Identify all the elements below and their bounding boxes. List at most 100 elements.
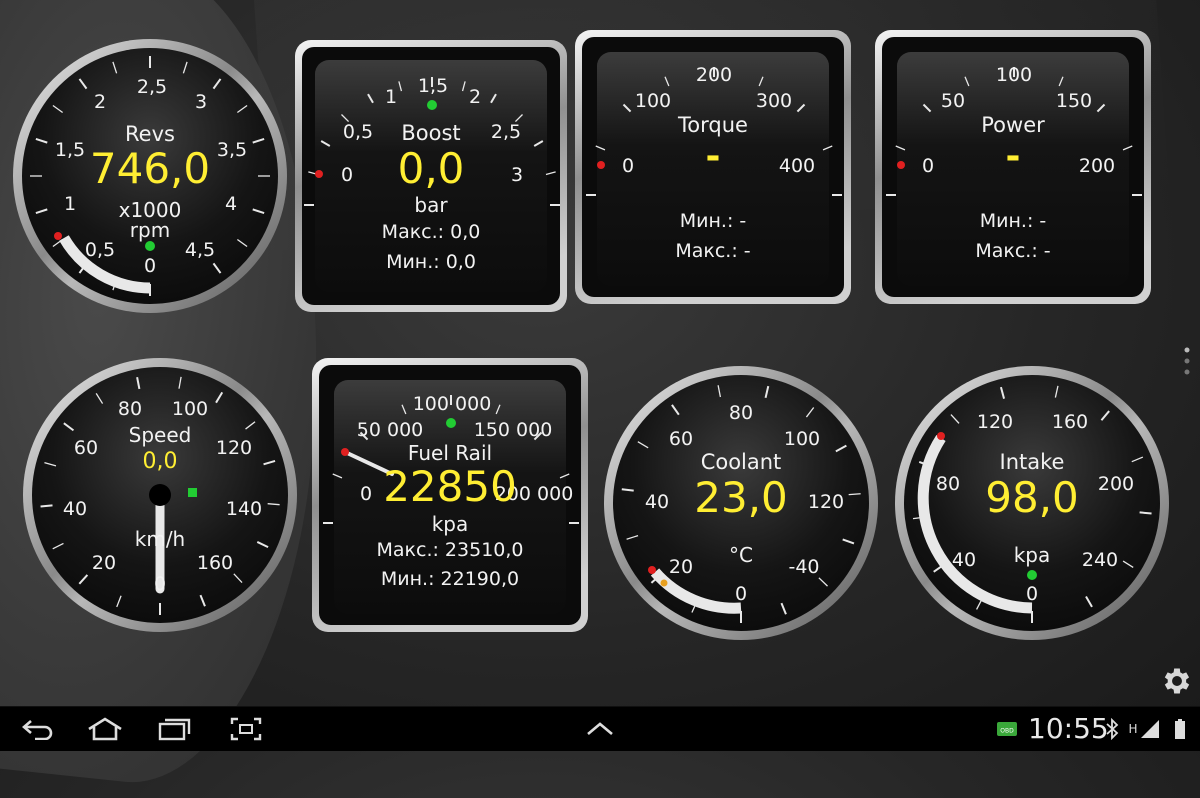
back-button[interactable]	[18, 713, 58, 745]
boost-tick-label: 1,5	[417, 75, 449, 97]
recent-apps-icon	[158, 718, 191, 741]
speed-gauge[interactable]: 0 20 40 60 80 100 120 140 160 Speed 0,0 …	[22, 357, 298, 633]
power-tick-label: 150	[1055, 90, 1093, 112]
speed-tick-label: 140	[225, 498, 263, 520]
speed-tick-label: 160	[196, 552, 234, 574]
obd-icon: OBD	[997, 722, 1017, 736]
recent-apps-button[interactable]	[155, 713, 195, 745]
coolant-warning-dot	[660, 579, 668, 587]
torque-tick-label: 200	[695, 64, 733, 86]
gear-icon[interactable]	[1160, 664, 1194, 698]
revs-tick-label: 4,5	[184, 239, 216, 261]
fuel-rail-gauge[interactable]: 0 50 000 100 000 150 000 200 000 Fuel Ra…	[312, 358, 588, 632]
coolant-gauge[interactable]: 0 -40 20 40 60 80 100 120 Coolant 23,0 °…	[603, 365, 879, 641]
torque-tick-label: 100	[634, 90, 672, 112]
speed-indicator-square	[188, 488, 197, 497]
battery-icon	[1175, 719, 1185, 739]
intake-gauge[interactable]: 0 40 80 120 160 200 240 Intake 98,0 kpa	[894, 365, 1170, 641]
fuel-rail-indicator-dot	[446, 418, 456, 428]
torque-gauge[interactable]: 0 100 200 300 400 Torque - Мин.: - Макс.…	[575, 30, 851, 304]
coolant-value: 23,0	[694, 473, 788, 522]
intake-tick-label: 120	[976, 411, 1014, 433]
power-tick-label: 50	[940, 90, 966, 112]
boost-max: Макс.: 0,0	[381, 221, 481, 243]
speed-tick-label: 0	[153, 573, 167, 595]
coolant-tick-label: 60	[668, 428, 694, 450]
bluetooth-status[interactable]	[1100, 713, 1124, 745]
boost-min: Мин.: 0,0	[386, 251, 476, 273]
obd-status[interactable]: OBD	[990, 713, 1024, 745]
revs-tick-label: 2	[93, 91, 107, 113]
screenshot-button[interactable]	[226, 713, 266, 745]
coolant-needle-tip	[648, 566, 656, 574]
coolant-unit: °C	[729, 543, 753, 567]
home-button[interactable]	[85, 713, 125, 745]
revs-title: Revs	[125, 122, 175, 146]
coolant-tick-label: 0	[734, 583, 748, 605]
home-icon	[88, 717, 122, 741]
power-title: Power	[981, 113, 1045, 137]
fuel-rail-tick-label: 50 000	[356, 419, 424, 441]
signal-status[interactable]: H	[1124, 713, 1164, 745]
speed-tick-label: 80	[117, 398, 143, 420]
fuel-rail-unit: kpa	[431, 512, 469, 536]
revs-gauge[interactable]: 0 0,5 1 1,5 2 2,5 3 3,5 4 4,5 Revs 746,0…	[12, 38, 288, 314]
boost-tick-label: 1	[384, 86, 398, 108]
boost-indicator-dot	[427, 100, 437, 110]
speed-value: 0,0	[142, 449, 178, 474]
revs-tick-label: 3	[194, 91, 208, 113]
page-indicator[interactable]	[1183, 346, 1191, 376]
network-type-label: H	[1128, 722, 1138, 736]
revs-tick-label: 0,5	[84, 239, 116, 261]
coolant-tick-label: 100	[783, 428, 821, 450]
torque-min: Мин.: -	[679, 210, 747, 232]
battery-status[interactable]	[1168, 713, 1192, 745]
speed-unit: km/h	[134, 527, 186, 551]
show-more-button[interactable]	[580, 713, 620, 745]
fuel-rail-min: Мин.: 22190,0	[380, 568, 520, 590]
power-max: Макс.: -	[975, 240, 1051, 262]
torque-title: Torque	[678, 113, 748, 137]
power-min: Мин.: -	[979, 210, 1047, 232]
obd-badge-text: OBD	[1000, 728, 1014, 735]
fuel-rail-max: Макс.: 23510,0	[376, 539, 524, 561]
boost-unit: bar	[414, 193, 448, 217]
speed-tick-label: 40	[62, 498, 88, 520]
revs-tick-label: 0	[143, 255, 157, 277]
intake-value: 98,0	[985, 473, 1079, 522]
speed-tick-label: 20	[91, 552, 117, 574]
torque-value: -	[705, 136, 721, 177]
intake-needle-tip	[937, 432, 945, 440]
coolant-title: Coolant	[700, 450, 782, 474]
intake-tick-label: 160	[1051, 411, 1089, 433]
boost-value: 0,0	[397, 144, 465, 193]
intake-tick-label: 0	[1025, 583, 1039, 605]
signal-icon	[1140, 720, 1159, 738]
intake-indicator-dot	[1027, 570, 1037, 580]
torque-tick-label: 300	[755, 90, 793, 112]
tick-mark	[40, 504, 53, 508]
boost-gauge[interactable]: 0 0,5 1 1,5 2 2,5 3 Boost 0,0 bar Макс.:…	[295, 40, 567, 312]
intake-unit: kpa	[1013, 543, 1051, 567]
power-gauge[interactable]: 0 50 100 150 200 Power - Мин.: - Макс.: …	[875, 30, 1151, 304]
bluetooth-icon	[1106, 718, 1119, 740]
boost-tick-label: 2	[468, 86, 482, 108]
revs-value: 746,0	[89, 144, 211, 193]
power-tick-label: 100	[995, 64, 1033, 86]
revs-tick-label: 2,5	[136, 76, 168, 98]
revs-indicator-dot	[145, 241, 155, 251]
back-icon	[22, 720, 53, 740]
coolant-tick-label: 80	[728, 402, 754, 424]
chevron-up-icon	[587, 722, 613, 735]
boost-title: Boost	[401, 121, 461, 145]
intake-title: Intake	[999, 450, 1065, 474]
revs-unit: rpm	[129, 218, 171, 242]
fuel-rail-tick-label: 100 000	[412, 393, 492, 415]
speed-tick-label: 100	[171, 398, 209, 420]
fuel-rail-tick-label: 150 000	[473, 419, 553, 441]
speed-needle-hub	[149, 484, 171, 506]
torque-max: Макс.: -	[675, 240, 751, 262]
screenshot-icon	[230, 717, 262, 741]
power-value: -	[1005, 136, 1021, 177]
system-navigation-bar: OBD 10:55 H	[0, 706, 1200, 751]
